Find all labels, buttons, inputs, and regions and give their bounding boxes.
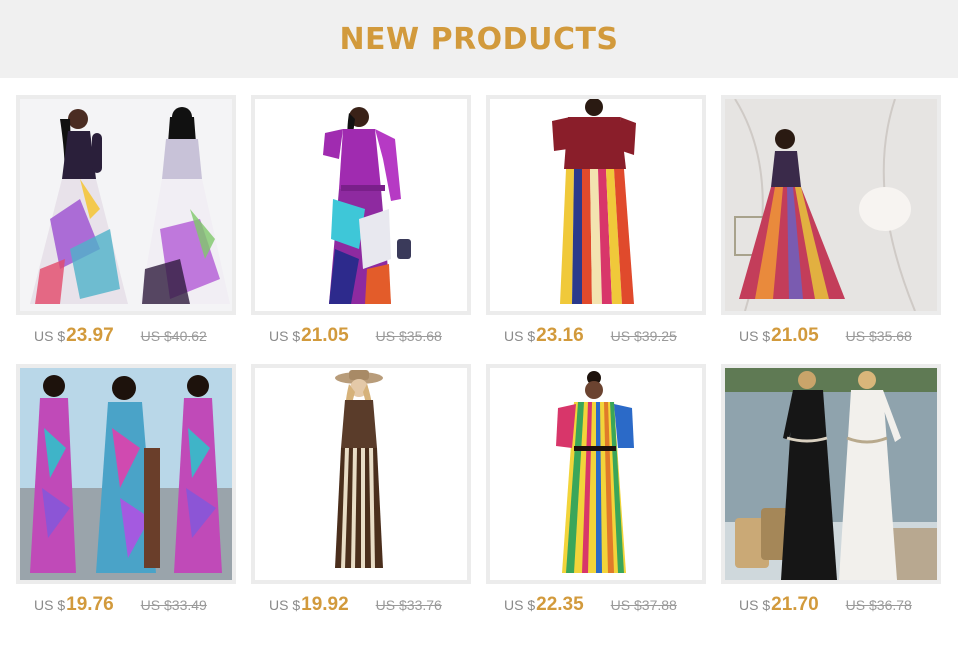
price-row[interactable]: US $ 21.05 US $35.68: [739, 325, 941, 349]
original-price: US $33.49: [140, 597, 207, 613]
original-price: US $36.78: [845, 597, 912, 613]
product-image[interactable]: [486, 364, 706, 584]
dress-photo-icon: [20, 368, 232, 580]
price-row[interactable]: US $ 23.16 US $39.25: [504, 325, 706, 349]
currency-label: US $: [34, 597, 66, 613]
currency-label: US $: [269, 328, 301, 344]
product-card[interactable]: US $ 23.97 US $40.62: [16, 95, 236, 346]
product-image[interactable]: [721, 95, 941, 315]
currency-label: US $: [504, 328, 536, 344]
dress-photo-icon: [255, 368, 467, 580]
original-price: US $40.62: [140, 328, 207, 344]
dress-photo-icon: [725, 99, 937, 311]
currency-label: US $: [739, 597, 771, 613]
product-card[interactable]: US $ 19.76 US $33.49: [16, 364, 236, 615]
original-price: US $37.88: [610, 597, 677, 613]
product-image[interactable]: [486, 95, 706, 315]
product-card[interactable]: US $ 22.35 US $37.88: [486, 364, 706, 615]
sale-price: 21.70: [771, 594, 819, 615]
product-card[interactable]: US $ 21.70 US $36.78: [721, 364, 941, 615]
product-card[interactable]: US $ 21.05 US $35.68: [721, 95, 941, 346]
sale-price: 21.05: [301, 325, 349, 346]
price-row[interactable]: US $ 23.97 US $40.62: [34, 325, 236, 349]
original-price: US $33.76: [375, 597, 442, 613]
product-image[interactable]: [16, 364, 236, 584]
price-row[interactable]: US $ 19.92 US $33.76: [269, 594, 471, 618]
dress-photo-icon: [490, 368, 702, 580]
dress-photo-icon: [725, 368, 937, 580]
price-row[interactable]: US $ 22.35 US $37.88: [504, 594, 706, 618]
sale-price: 19.76: [66, 594, 114, 615]
currency-label: US $: [504, 597, 536, 613]
currency-label: US $: [269, 597, 301, 613]
product-card[interactable]: US $ 19.92 US $33.76: [251, 364, 471, 615]
product-card[interactable]: US $ 21.05 US $35.68: [251, 95, 471, 346]
product-image[interactable]: [721, 364, 941, 584]
sale-price: 22.35: [536, 594, 584, 615]
product-image[interactable]: [251, 364, 471, 584]
currency-label: US $: [739, 328, 771, 344]
sale-price: 23.16: [536, 325, 584, 346]
price-row[interactable]: US $ 19.76 US $33.49: [34, 594, 236, 618]
section-title: NEW PRODUCTS: [339, 21, 619, 57]
product-image[interactable]: [251, 95, 471, 315]
dress-photo-icon: [255, 99, 467, 311]
currency-label: US $: [34, 328, 66, 344]
product-card[interactable]: US $ 23.16 US $39.25: [486, 95, 706, 346]
original-price: US $39.25: [610, 328, 677, 344]
sale-price: 23.97: [66, 325, 114, 346]
dress-photo-icon: [20, 99, 232, 311]
sale-price: 21.05: [771, 325, 819, 346]
price-row[interactable]: US $ 21.05 US $35.68: [269, 325, 471, 349]
product-image[interactable]: [16, 95, 236, 315]
original-price: US $35.68: [845, 328, 912, 344]
section-banner: NEW PRODUCTS: [0, 0, 958, 78]
sale-price: 19.92: [301, 594, 349, 615]
dress-photo-icon: [490, 99, 702, 311]
price-row[interactable]: US $ 21.70 US $36.78: [739, 594, 941, 618]
original-price: US $35.68: [375, 328, 442, 344]
